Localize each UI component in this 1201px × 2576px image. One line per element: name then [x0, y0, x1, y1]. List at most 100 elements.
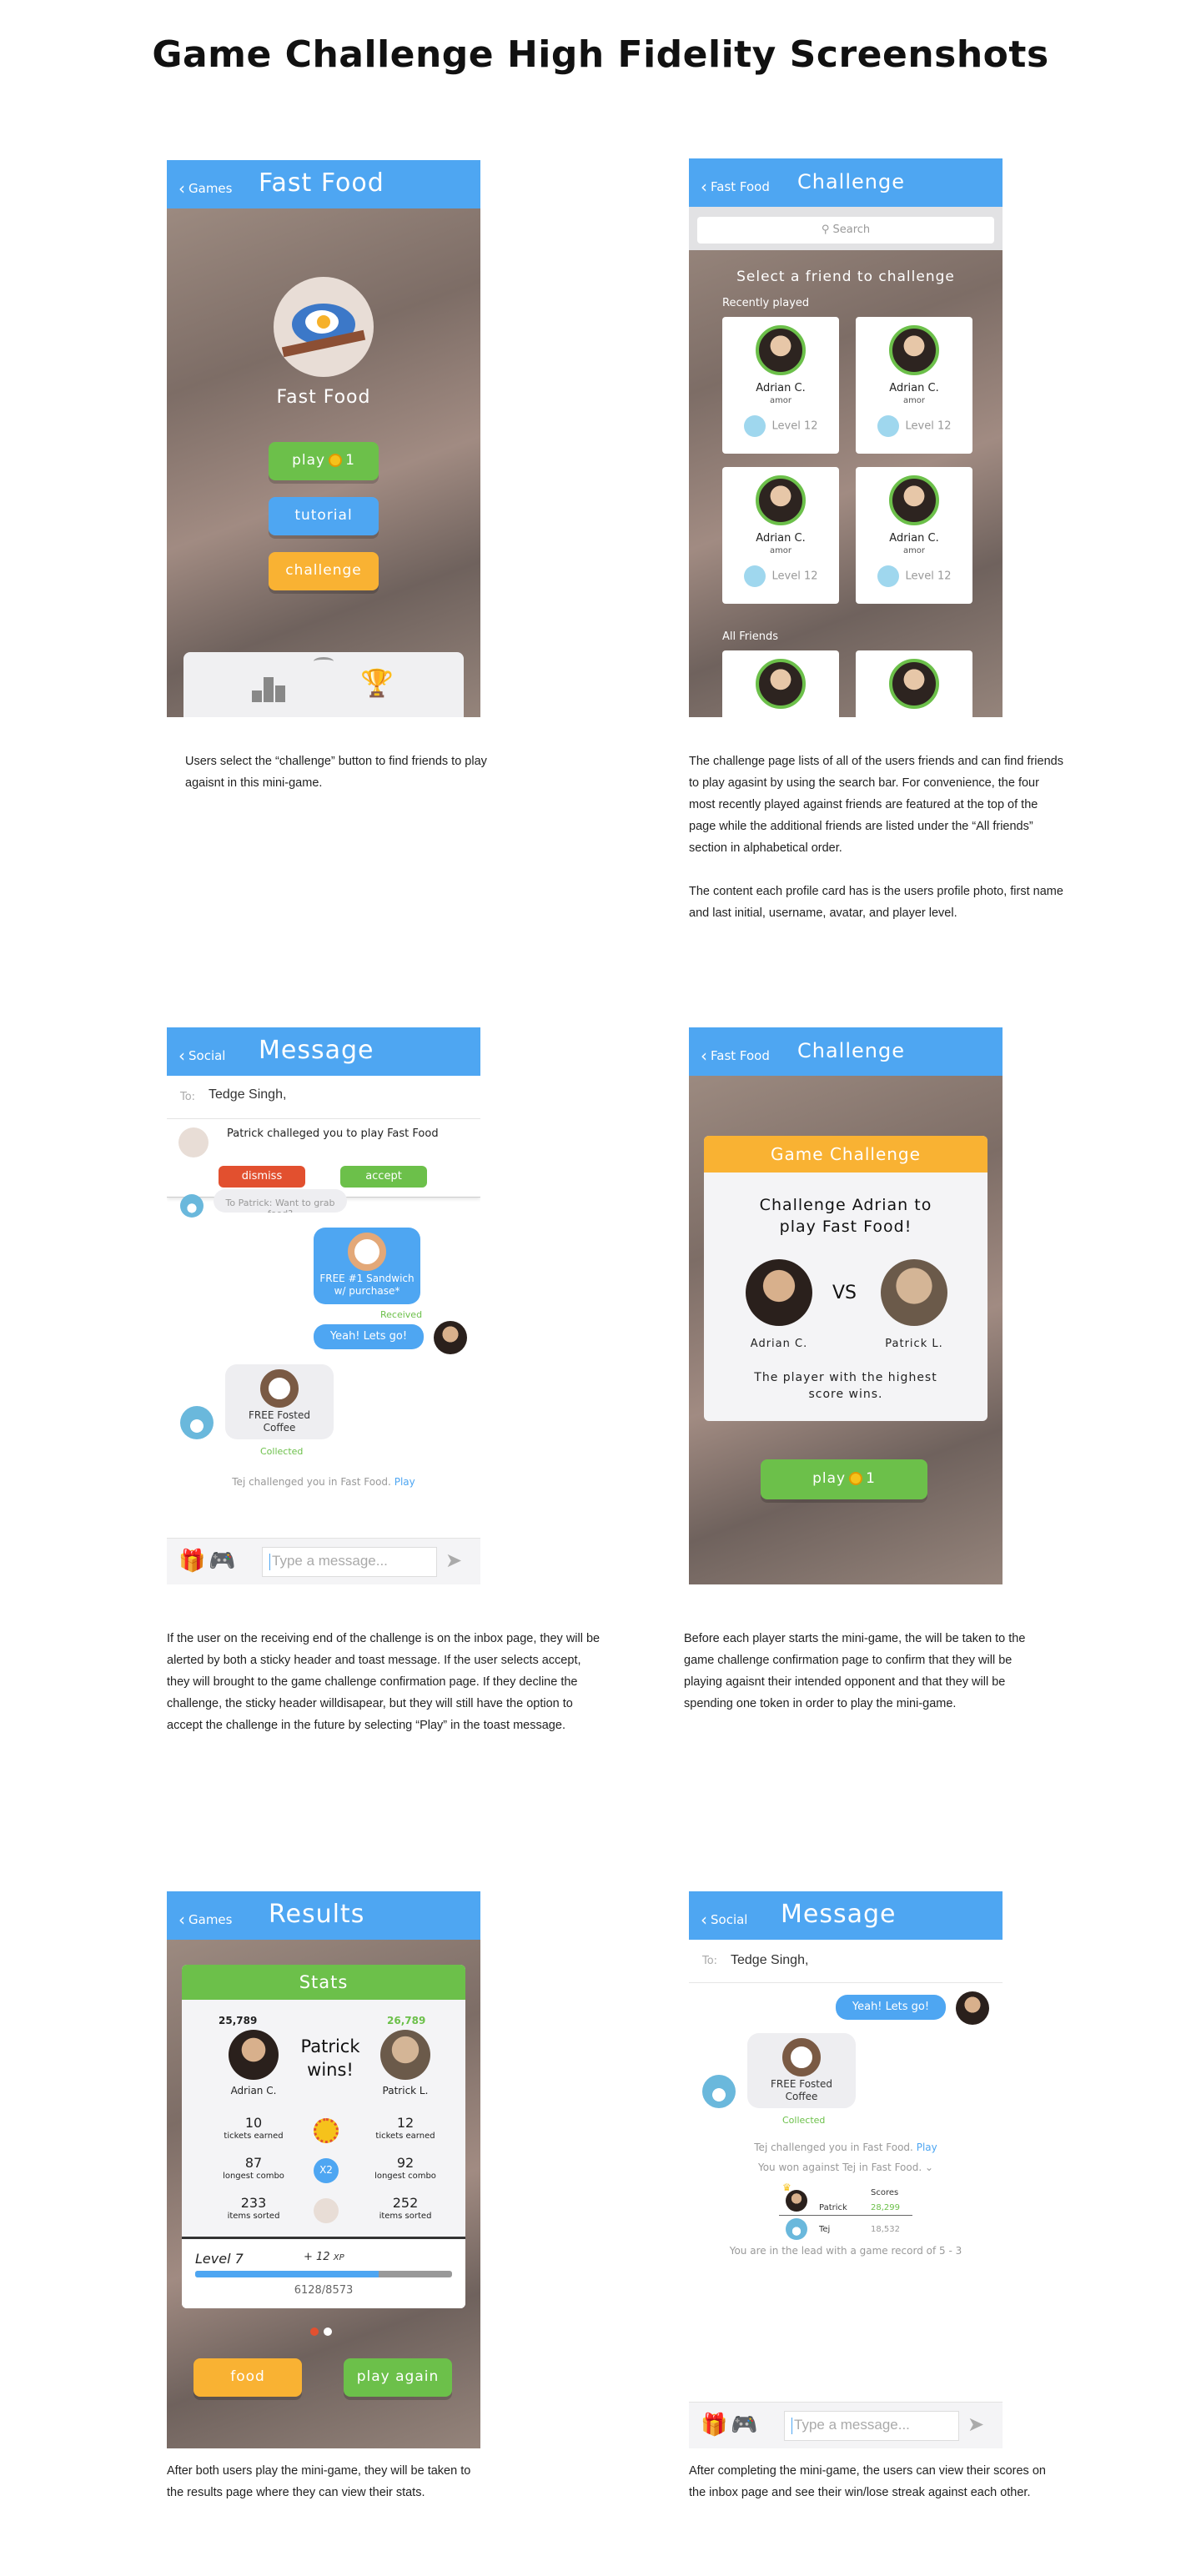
ticket-icon — [314, 2118, 339, 2143]
opponent-avatar — [881, 1259, 947, 1326]
profile-photo — [889, 659, 939, 709]
header-title: Fast Food — [259, 168, 384, 198]
message-toast-screen: ‹ Social Message To: Tedge Singh, Patrick… — [167, 1027, 480, 1584]
page-dot-active[interactable] — [310, 2327, 319, 2336]
message-bubble: To Patrick: Want to grab food? — [214, 1189, 347, 1213]
header-title: Message — [781, 1900, 897, 1929]
back-button[interactable]: ‹ Games — [178, 177, 232, 198]
recent-label: Recently played — [722, 297, 810, 309]
header: ‹ Social Message — [167, 1027, 480, 1076]
chevron-up-icon[interactable] — [314, 657, 334, 665]
chevron-left-icon: ‹ — [178, 1046, 185, 1066]
xp-bar — [195, 2271, 452, 2277]
dismiss-button[interactable]: dismiss — [219, 1166, 305, 1188]
combo-badge: X2 — [314, 2158, 339, 2183]
challenge-friend-screen: ‹ Fast Food Challenge ⚲ Search Select a f… — [689, 158, 1003, 717]
header-title: Challenge — [797, 1039, 905, 1062]
coin-icon — [329, 454, 343, 467]
description-3: If the user on the receiving end of the … — [167, 1632, 600, 1732]
recipient-field[interactable]: Tedge Singh, — [209, 1087, 286, 1102]
back-button[interactable]: ‹ Fast Food — [701, 1044, 770, 1066]
score-table: ♛ Scores Patrick 28,299 Tej 18,532 — [779, 2182, 912, 2240]
gamepad-icon[interactable]: 🎮 — [209, 1549, 235, 1574]
food-icon — [178, 1127, 209, 1157]
play-link[interactable]: Play — [394, 1476, 415, 1488]
friend-card[interactable]: Adrian C. amor Level 12 — [722, 317, 839, 454]
opponent-avatar — [380, 2030, 430, 2080]
friend-card[interactable]: Adrian C. amor Level 12 — [856, 467, 972, 604]
challenge-toast: Patrick challeged you to play Fast Food … — [167, 1119, 480, 1198]
level-panel: Level 7 + 12 XP 6128/8573 — [182, 2237, 465, 2308]
message-input[interactable]: Type a message... — [262, 1547, 437, 1577]
friend-card[interactable]: Adrian C. amor Level 12 — [856, 317, 972, 454]
chevron-left-icon: ‹ — [701, 1910, 707, 1930]
play-link[interactable]: Play — [917, 2142, 937, 2153]
back-button[interactable]: ‹ Fast Food — [701, 175, 770, 197]
play-button[interactable]: play 1 — [761, 1459, 927, 1499]
back-button[interactable]: ‹ Social — [178, 1044, 225, 1066]
leaderboard-icon[interactable] — [252, 672, 285, 702]
select-heading: Select a friend to challenge — [736, 269, 955, 285]
page-dots — [310, 2323, 332, 2339]
vs-label: VS — [832, 1283, 857, 1303]
challenge-notice: Tej challenged you in Fast Food. Play — [232, 1476, 415, 1488]
tutorial-button[interactable]: tutorial — [269, 497, 379, 535]
win-notice[interactable]: You won against Tej in Fast Food. ⌄ — [689, 2162, 1003, 2173]
reward-message: FREE Fosted Coffee — [747, 2033, 856, 2108]
send-icon[interactable]: ➤ — [967, 2413, 984, 2436]
bottom-panel: 🏆 — [183, 652, 464, 717]
profile-photo — [756, 475, 806, 525]
description-2: The challenge page lists of all of the u… — [689, 755, 1063, 855]
description-2b: The content each profile card has is the… — [689, 885, 1063, 920]
back-button[interactable]: ‹ Games — [178, 1908, 232, 1930]
accept-button[interactable]: accept — [340, 1166, 427, 1188]
gift-icon[interactable]: 🎁 — [701, 2413, 727, 2438]
description-1: Users select the “challenge” button to f… — [185, 755, 487, 790]
description-6: After completing the mini-game, the user… — [689, 2464, 1046, 2499]
avatar — [180, 1194, 204, 1218]
play-again-button[interactable]: play again — [344, 2358, 452, 2397]
gift-icon[interactable]: 🎁 — [178, 1549, 205, 1574]
modal-title: Game Challenge — [704, 1136, 987, 1173]
player-avatar — [746, 1259, 812, 1326]
profile-photo — [889, 325, 939, 375]
avatar — [956, 1991, 989, 2025]
challenge-button[interactable]: challenge — [269, 552, 379, 590]
trophy-icon[interactable]: 🏆 — [360, 667, 394, 699]
avatar-icon — [877, 565, 899, 587]
game-name: Fast Food — [276, 387, 371, 408]
challenge-notice: Tej challenged you in Fast Food. Play — [754, 2142, 937, 2153]
send-icon[interactable]: ➤ — [445, 1549, 462, 1572]
avatar-icon — [743, 415, 766, 437]
challenge-headline: Challenge Adrian to play Fast Food! — [759, 1196, 932, 1236]
message-input[interactable]: Type a message... — [784, 2411, 959, 2441]
coin-icon — [849, 1472, 863, 1485]
back-button[interactable]: ‹ Social — [701, 1908, 747, 1930]
description-5: After both users play the mini-game, the… — [167, 2464, 471, 2499]
avatar — [786, 2190, 807, 2212]
stats-card: Stats 25,789 26,789 Patrick wins! Adrian… — [182, 1965, 465, 2308]
play-button[interactable]: play 1 — [269, 442, 379, 480]
friend-card[interactable] — [856, 650, 972, 717]
food-button[interactable]: food — [193, 2358, 302, 2397]
avatar — [180, 1406, 214, 1439]
description-4: Before each player starts the mini-game,… — [684, 1632, 1026, 1710]
to-row: To: Tedge Singh, — [689, 1940, 1003, 1983]
search-bar: ⚲ Search — [689, 207, 1003, 250]
friend-card[interactable]: Adrian C. amor Level 12 — [722, 467, 839, 604]
recipient-field[interactable]: Tedge Singh, — [731, 1953, 808, 1968]
message-input-bar: 🎁 🎮 Type a message... ➤ — [689, 2402, 1003, 2448]
page-dot[interactable] — [324, 2327, 332, 2336]
avatar-icon — [743, 565, 766, 587]
all-friends-label: All Friends — [722, 630, 778, 643]
avatar — [702, 2075, 736, 2108]
reward-message: FREE #1 Sandwich w/ purchase* — [314, 1228, 420, 1304]
friend-card[interactable] — [722, 650, 839, 717]
message-bubble: Yeah! Lets go! — [314, 1324, 424, 1349]
search-input[interactable]: ⚲ Search — [697, 217, 994, 244]
gamepad-icon[interactable]: 🎮 — [731, 2413, 757, 2438]
message-bubble: Yeah! Lets go! — [836, 1995, 946, 2020]
avatar-icon — [877, 415, 899, 437]
avatar — [434, 1321, 467, 1354]
challenge-modal: Game Challenge Challenge Adrian to play … — [704, 1136, 987, 1421]
